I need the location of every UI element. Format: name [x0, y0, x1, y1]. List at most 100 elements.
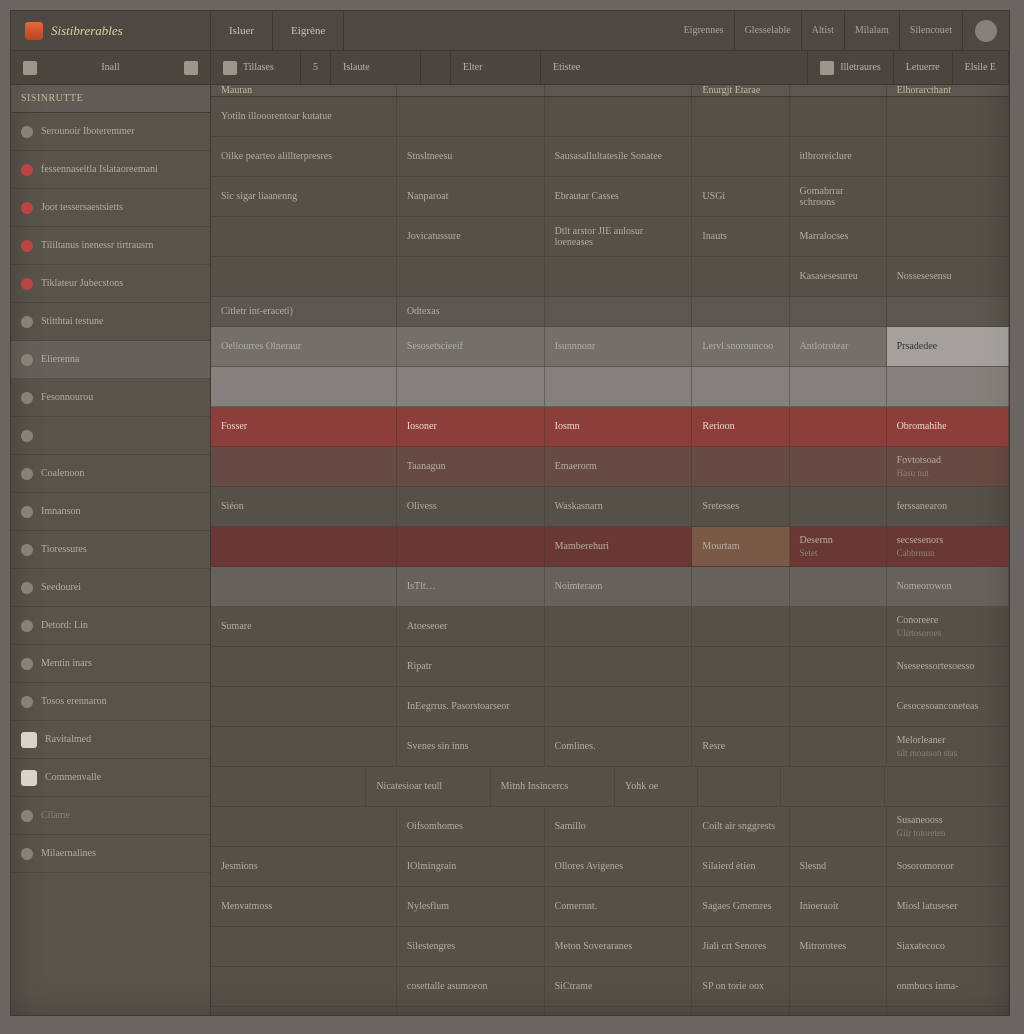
cell[interactable]: Marerees	[211, 1007, 397, 1015]
cell[interactable]	[790, 807, 887, 846]
cell[interactable]: Prsadedee	[887, 327, 1009, 366]
col-5[interactable]: Elhorarcthant	[887, 85, 1009, 96]
table-row[interactable]: Nicatesioar teullMitnh InsincercsYohk oe	[211, 767, 1009, 807]
tb-4[interactable]: Etistee	[541, 51, 808, 84]
cell[interactable]	[692, 297, 789, 326]
table-row[interactable]: JovicatussureDtlt arstor JIE aulosur loe…	[211, 217, 1009, 257]
cell[interactable]: Rerioon	[692, 407, 789, 446]
table-row[interactable]: MarereesCictsereatteSslroresSilart Annss…	[211, 1007, 1009, 1015]
cell[interactable]: Sumare	[211, 607, 397, 646]
cell[interactable]: Inauts	[692, 217, 789, 256]
cell[interactable]: Samillo	[545, 807, 693, 846]
cell[interactable]	[545, 647, 693, 686]
cell[interactable]: Oellourres Olneraur	[211, 327, 397, 366]
cell[interactable]	[692, 367, 789, 406]
cell[interactable]: Citletr int-eraceti)	[211, 297, 397, 326]
cell[interactable]	[211, 647, 397, 686]
cell[interactable]: Fosser	[211, 407, 397, 446]
cell[interactable]: IOlmingrain	[397, 847, 545, 886]
table-row[interactable]: RipatrNseseessortesoesso	[211, 647, 1009, 687]
cell[interactable]: Taanagun	[397, 447, 545, 486]
cell[interactable]: Miosl latuseser	[887, 887, 1009, 926]
tb-r0[interactable]: Illetraures	[808, 51, 894, 84]
table-row[interactable]: SilestengresMeton SoveraranesJiali crt S…	[211, 927, 1009, 967]
sidebar-item-12[interactable]: Seedourei	[11, 569, 210, 607]
cell[interactable]	[887, 137, 1009, 176]
cell[interactable]	[887, 297, 1009, 326]
cell[interactable]: Silaierd ètien	[692, 847, 789, 886]
table-row[interactable]: Yotiln illooorentoar kutatue	[211, 97, 1009, 137]
cell[interactable]: Siéon	[211, 487, 397, 526]
cell[interactable]	[887, 367, 1009, 406]
cell[interactable]: Sretesses	[692, 487, 789, 526]
cell[interactable]: Yotiln illooorentoar kutatue	[211, 97, 397, 136]
cell[interactable]	[781, 767, 885, 806]
cell[interactable]: Silestengres	[397, 927, 545, 966]
table-row[interactable]: FosserIosonerIosmnRerioonObromahihe	[211, 407, 1009, 447]
cell[interactable]: DesernnSetet	[790, 527, 887, 566]
sidebar-item-10[interactable]: Imnanson	[11, 493, 210, 531]
cell[interactable]: Inioeraoit	[790, 887, 887, 926]
cell[interactable]	[545, 97, 693, 136]
col-4[interactable]	[790, 85, 887, 96]
top-menu-0[interactable]: Isluer	[211, 11, 273, 50]
cell[interactable]	[211, 807, 397, 846]
cell[interactable]: IsTlt…	[397, 567, 545, 606]
cell[interactable]	[698, 767, 781, 806]
cell[interactable]: Melorleanersilt moasson stas	[887, 727, 1009, 766]
top-right-1[interactable]: Glesselable	[735, 11, 802, 50]
cell[interactable]	[397, 97, 545, 136]
cell[interactable]	[790, 1007, 887, 1015]
cell[interactable]: Svenes sin inns	[397, 727, 545, 766]
cell[interactable]: Jesmions	[211, 847, 397, 886]
cell[interactable]: itlbroreiclure	[790, 137, 887, 176]
cell[interactable]: Slesnd	[790, 847, 887, 886]
cell[interactable]: USGi	[692, 177, 789, 216]
sidebar-item-5[interactable]: Stitthtai testune	[11, 303, 210, 341]
table-row[interactable]: Svenes sin innsComlines.ResreMelorleaner…	[211, 727, 1009, 767]
cell[interactable]	[545, 367, 693, 406]
cell[interactable]: Lervl.snorouncoo	[692, 327, 789, 366]
sidebar-item-16[interactable]: Ravitalmed	[11, 721, 210, 759]
cell[interactable]: Atoeseoer	[397, 607, 545, 646]
top-right-0[interactable]: Eigrennes	[674, 11, 735, 50]
cell[interactable]	[790, 447, 887, 486]
tb-3[interactable]: Elter	[451, 51, 541, 84]
tb-r1[interactable]: Letuerre	[894, 51, 953, 84]
cell[interactable]: Gomabrrar schroons	[790, 177, 887, 216]
cell[interactable]	[885, 767, 1009, 806]
col-1[interactable]	[397, 85, 545, 96]
cell[interactable]: Sausasallultatesile Sonatee	[545, 137, 693, 176]
cell[interactable]: Ollores Avigenes	[545, 847, 693, 886]
cell[interactable]	[211, 687, 397, 726]
cell[interactable]: Cesocesoanconeteas	[887, 687, 1009, 726]
cell[interactable]	[211, 767, 366, 806]
sidebar-item-7[interactable]: Fesonnourou	[11, 379, 210, 417]
cell[interactable]: Noimteraon	[545, 567, 693, 606]
cell[interactable]	[692, 567, 789, 606]
user-avatar[interactable]	[975, 20, 997, 42]
cell[interactable]	[211, 217, 397, 256]
table-row[interactable]: JesmionsIOlmingrainOllores AvigenesSilai…	[211, 847, 1009, 887]
cell[interactable]: Nylesflum	[397, 887, 545, 926]
cell[interactable]	[211, 257, 397, 296]
cell[interactable]: Jiali crt Senores	[692, 927, 789, 966]
cell[interactable]: Kasasesesureu	[790, 257, 887, 296]
cell[interactable]: Mamberehuri	[545, 527, 693, 566]
brand[interactable]: Sistibrerables	[11, 11, 211, 50]
tb-count[interactable]: 5	[301, 51, 331, 84]
cell[interactable]: Emaerorm	[545, 447, 693, 486]
cell[interactable]: Mitrorotees	[790, 927, 887, 966]
cell[interactable]: InEegrrus. Pasorstoarseor	[397, 687, 545, 726]
cell[interactable]: ferssanearon	[887, 487, 1009, 526]
cell[interactable]: Mitnh Insincercs	[491, 767, 615, 806]
cell[interactable]: Nicatesioar teull	[366, 767, 490, 806]
cell[interactable]: Yohk oe	[615, 767, 698, 806]
sidebar-item-4[interactable]: Tiklateur Jubecstons	[11, 265, 210, 303]
cell[interactable]: Sic sigar liaanenng	[211, 177, 397, 216]
sidebar-item-14[interactable]: Mentin inars	[11, 645, 210, 683]
cell[interactable]	[545, 607, 693, 646]
cell[interactable]: Sagaes Gmemres	[692, 887, 789, 926]
cell[interactable]: Olivess	[397, 487, 545, 526]
cell[interactable]: Resre	[692, 727, 789, 766]
